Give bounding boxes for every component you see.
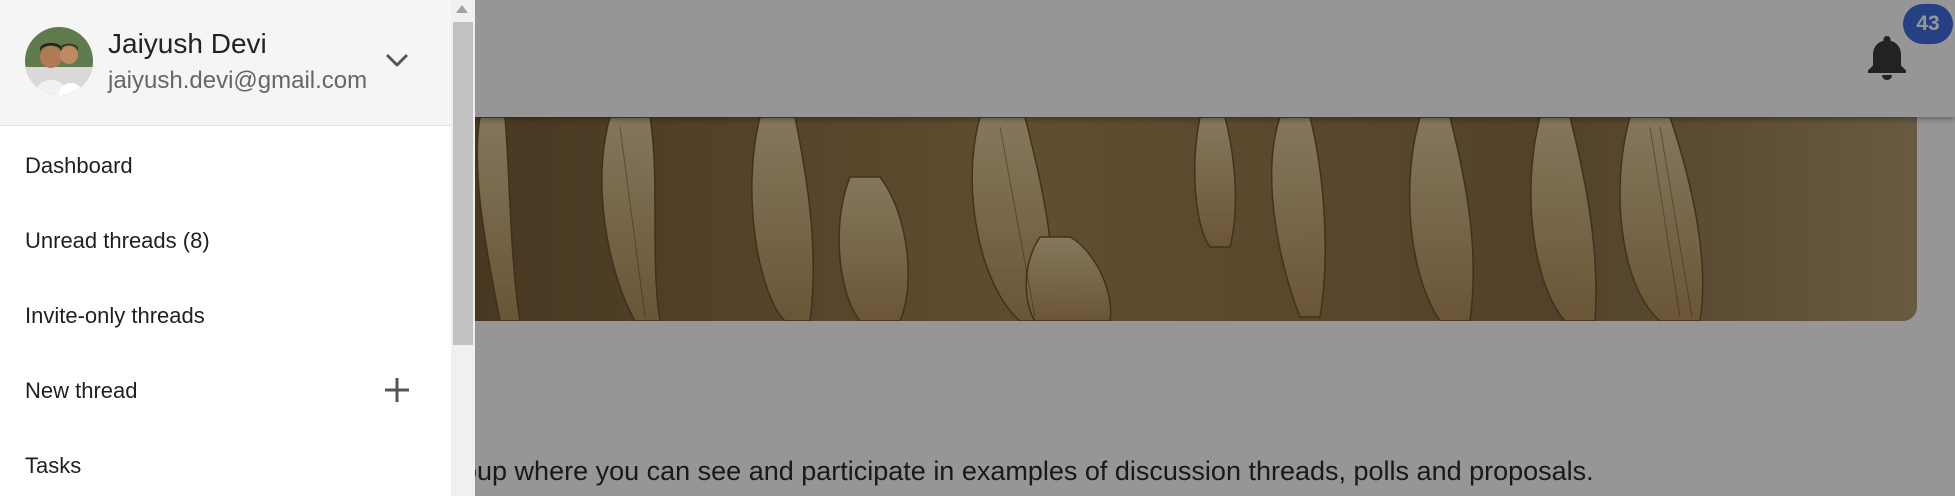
- menu-item-label: Invite-only threads: [25, 303, 205, 328]
- menu-item-new-thread[interactable]: New thread: [0, 351, 451, 426]
- avatar-photo: [25, 27, 93, 95]
- menu-item-label: Tasks: [25, 453, 82, 478]
- user-avatar: [25, 27, 93, 95]
- menu-item-unread-threads[interactable]: Unread threads (8): [0, 201, 451, 276]
- scrollbar-thumb[interactable]: [453, 22, 473, 345]
- user-email: jaiyush.devi@gmail.com: [108, 67, 368, 94]
- chevron-down-icon[interactable]: [380, 44, 414, 78]
- menu-item-label: New thread: [25, 378, 138, 403]
- scroll-up-arrow-icon[interactable]: [456, 5, 468, 13]
- drawer-menu: Dashboard Unread threads (8) Invite-only…: [0, 126, 451, 496]
- menu-item-tasks[interactable]: Tasks: [0, 426, 451, 496]
- drawer-scrollbar[interactable]: [451, 0, 475, 496]
- account-header[interactable]: Jaiyush Devi jaiyush.devi@gmail.com: [0, 0, 451, 126]
- plus-icon[interactable]: [380, 373, 414, 407]
- menu-item-label: Unread threads (8): [25, 228, 210, 253]
- menu-item-dashboard[interactable]: Dashboard: [0, 126, 451, 201]
- navigation-drawer: Jaiyush Devi jaiyush.devi@gmail.com Dash…: [0, 0, 475, 496]
- user-name: Jaiyush Devi: [108, 28, 267, 59]
- menu-item-invite-only-threads[interactable]: Invite-only threads: [0, 276, 451, 351]
- menu-item-label: Dashboard: [25, 153, 133, 178]
